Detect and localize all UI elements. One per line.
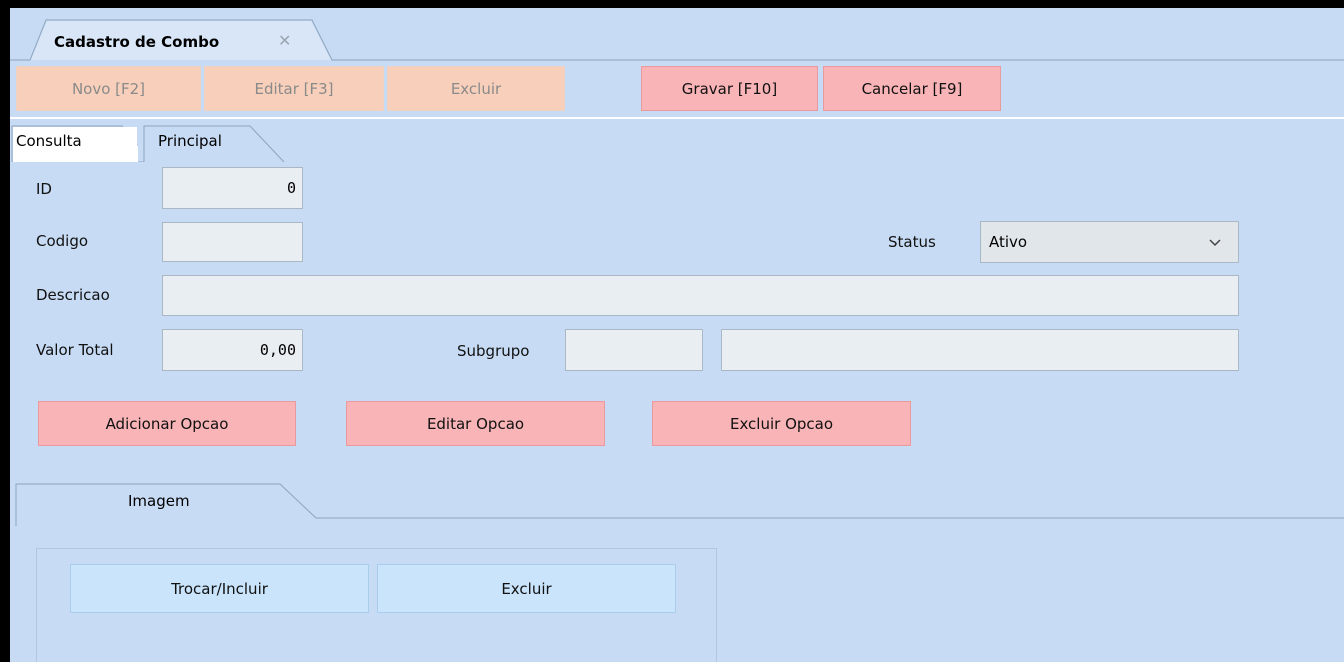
descricao-label: Descricao xyxy=(36,286,110,304)
status-label: Status xyxy=(888,233,936,251)
excluir-opcao-button[interactable]: Excluir Opcao xyxy=(652,401,911,446)
tab-imagem[interactable]: Imagem xyxy=(128,492,190,510)
novo-button[interactable]: Novo [F2] xyxy=(16,66,201,111)
codigo-field[interactable] xyxy=(162,222,303,262)
document-tab-title[interactable]: Cadastro de Combo xyxy=(54,33,219,51)
descricao-field[interactable] xyxy=(162,275,1239,316)
app-window: Cadastro de Combo ✕ Novo [F2] Editar [F3… xyxy=(10,8,1344,662)
status-select[interactable]: Ativo xyxy=(980,221,1239,263)
trocar-incluir-button[interactable]: Trocar/Incluir xyxy=(70,564,369,613)
codigo-label: Codigo xyxy=(36,232,89,250)
editar-opcao-button[interactable]: Editar Opcao xyxy=(346,401,605,446)
subgrupo-field[interactable] xyxy=(565,329,703,371)
valor-total-label: Valor Total xyxy=(36,341,114,359)
subgrupo-label: Subgrupo xyxy=(457,342,530,360)
close-icon[interactable]: ✕ xyxy=(278,31,291,50)
id-label: ID xyxy=(36,180,52,198)
adicionar-opcao-button[interactable]: Adicionar Opcao xyxy=(38,401,296,446)
gravar-button[interactable]: Gravar [F10] xyxy=(641,66,818,111)
valor-total-field[interactable]: 0,00 xyxy=(162,329,303,371)
editar-button[interactable]: Editar [F3] xyxy=(204,66,384,111)
tab-consulta[interactable]: Consulta xyxy=(16,132,82,150)
subgrupo-description-field xyxy=(721,329,1239,371)
chevron-down-icon[interactable] xyxy=(1207,234,1223,250)
cancelar-button[interactable]: Cancelar [F9] xyxy=(823,66,1001,111)
status-value: Ativo xyxy=(989,233,1028,251)
excluir-imagem-button[interactable]: Excluir xyxy=(377,564,676,613)
excluir-button[interactable]: Excluir xyxy=(387,66,565,111)
id-field[interactable]: 0 xyxy=(162,167,303,209)
tab-principal[interactable]: Principal xyxy=(158,132,222,150)
